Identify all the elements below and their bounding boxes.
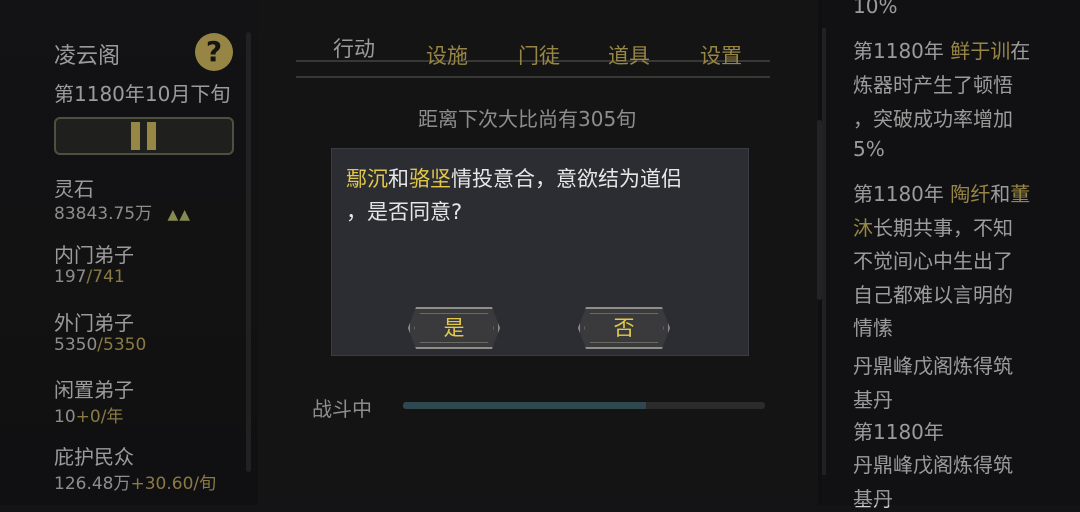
no-button[interactable]: 否	[578, 307, 670, 349]
character-name-1: 鄢沉	[346, 167, 388, 191]
yes-button[interactable]: 是	[408, 307, 500, 349]
dialog-message: 鄢沉和骆坚情投意合，意欲结为道侣 ，是否同意?	[346, 167, 682, 224]
character-name-2: 骆坚	[409, 167, 451, 191]
